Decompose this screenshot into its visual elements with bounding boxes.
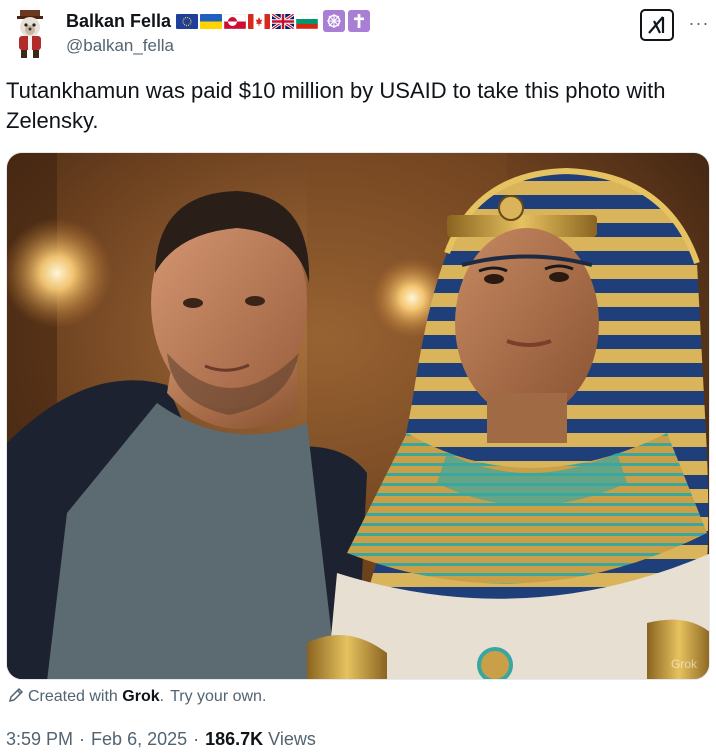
author-display-name[interactable]: Balkan Fella (66, 11, 171, 32)
dharma-wheel-icon (323, 10, 346, 32)
greenland-flag-icon (224, 13, 247, 29)
bulgaria-flag-icon (296, 13, 319, 29)
credit-tool-link[interactable]: Grok (122, 688, 159, 706)
latin-cross-icon (348, 10, 371, 32)
grok-watermark: Grok (671, 657, 698, 671)
grok-button[interactable] (640, 9, 674, 41)
author-avatar[interactable] (6, 8, 54, 60)
tweet-header: Balkan Fella @balkan_fella ··· (0, 0, 716, 70)
views-count: 186.7K (205, 729, 264, 749)
bear-avatar-icon (17, 10, 43, 58)
eu-flag-icon (176, 13, 199, 29)
author-name-row: Balkan Fella (66, 10, 371, 32)
try-your-own-link[interactable]: Try your own. (170, 688, 266, 706)
ukraine-flag-icon (200, 13, 223, 29)
views-label: Views (268, 729, 316, 749)
tweet-date[interactable]: Feb 6, 2025 (91, 729, 187, 750)
tweet-image[interactable]: Grok (6, 152, 710, 680)
grok-logo-icon (648, 16, 665, 34)
credit-period: . (159, 688, 165, 705)
ai-generated-photo: Grok (7, 153, 709, 679)
meta-separator: · (79, 729, 86, 749)
tweet-meta: 3:59 PM · Feb 6, 2025 · 186.7K Views (6, 729, 316, 750)
more-options-button[interactable]: ··· (687, 12, 711, 34)
meta-separator: · (193, 729, 200, 749)
canada-flag-icon (248, 13, 271, 29)
author-handle[interactable]: @balkan_fella (66, 36, 174, 56)
grok-credit: Created with Grok. Try your own. (8, 687, 266, 707)
uk-flag-icon (272, 13, 295, 29)
pencil-icon (8, 687, 24, 707)
tweet-time[interactable]: 3:59 PM (6, 729, 73, 750)
tweet-text: Tutankhamun was paid $10 million by USAI… (6, 78, 666, 133)
credit-prefix: Created with (28, 688, 118, 705)
